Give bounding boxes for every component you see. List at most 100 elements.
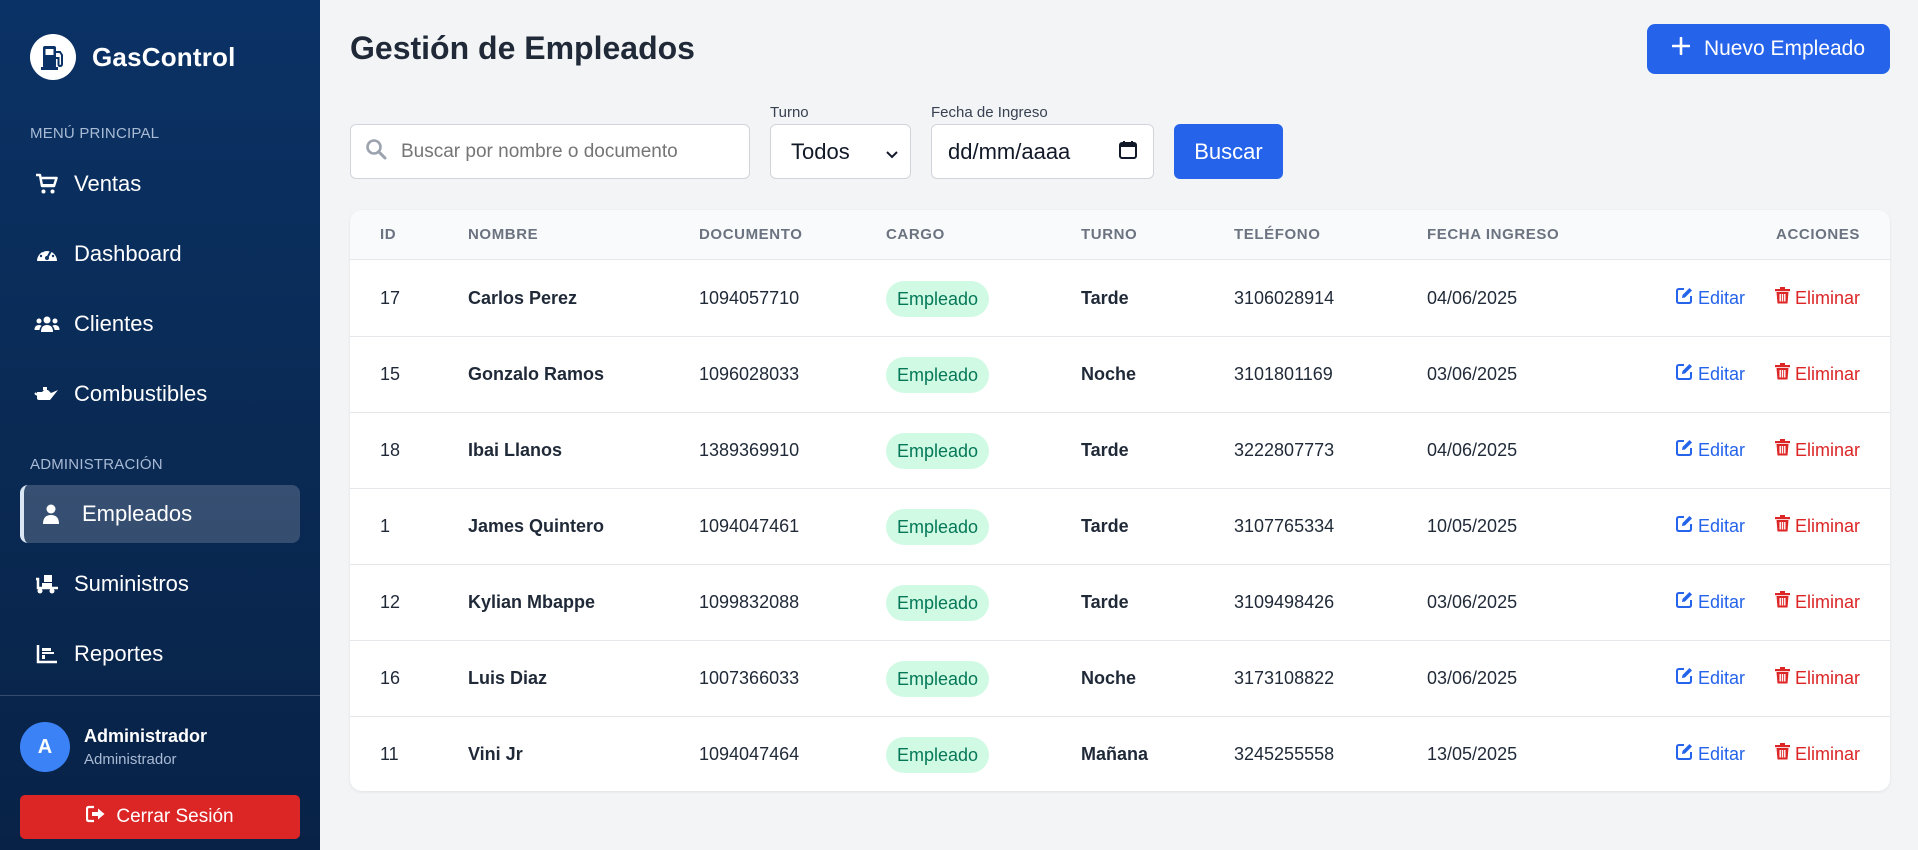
cell-telefono: 3222807773 bbox=[1234, 440, 1335, 460]
sidebar-item-reportes[interactable]: Reportes bbox=[20, 625, 300, 683]
new-employee-button[interactable]: Nuevo Empleado bbox=[1647, 24, 1890, 74]
cell-telefono: 3107765334 bbox=[1234, 516, 1335, 536]
sidebar-item-label: Combustibles bbox=[74, 381, 208, 406]
search-icon bbox=[365, 138, 387, 165]
column-header-acciones: ACCIONES bbox=[1776, 226, 1860, 243]
delete-button[interactable]: Eliminar bbox=[1774, 439, 1860, 461]
cell-turno: Noche bbox=[1081, 364, 1137, 384]
delete-button[interactable]: Eliminar bbox=[1774, 667, 1860, 689]
avatar: A bbox=[20, 722, 70, 772]
sidebar: GasControl MENÚ PRINCIPAL Ventas Dashboa… bbox=[0, 0, 320, 850]
cell-turno: Tarde bbox=[1081, 288, 1129, 308]
cell-id: 15 bbox=[380, 364, 401, 384]
cell-telefono: 3106028914 bbox=[1234, 288, 1335, 308]
trash-icon bbox=[1774, 363, 1790, 385]
cell-documento: 1094057710 bbox=[699, 288, 800, 308]
gas-pump-icon bbox=[30, 34, 76, 80]
edit-label: Editar bbox=[1698, 515, 1746, 536]
fecha-label: Fecha de Ingreso bbox=[931, 104, 1048, 121]
cargo-badge: Empleado bbox=[886, 737, 990, 773]
user-role: Administrador bbox=[84, 751, 177, 768]
sidebar-item-empleados[interactable]: Empleados bbox=[20, 485, 300, 543]
trash-icon bbox=[1774, 743, 1790, 765]
sidebar-item-suministros[interactable]: Suministros bbox=[20, 555, 300, 613]
trash-icon bbox=[1774, 287, 1790, 309]
edit-icon bbox=[1676, 591, 1693, 613]
table-row: 12 Kylian Mbappe 1099832088 Empleado Tarde 31… bbox=[350, 565, 1890, 641]
cell-id: 12 bbox=[380, 592, 401, 612]
delete-label: Eliminar bbox=[1794, 515, 1860, 536]
table-row: 15 Gonzalo Ramos 1096028033 Empleado Noche 31… bbox=[350, 337, 1890, 413]
cell-turno: Tarde bbox=[1081, 592, 1129, 612]
turno-select[interactable]: Todos bbox=[770, 124, 911, 179]
sidebar-item-ventas[interactable]: Ventas bbox=[20, 155, 300, 213]
delete-label: Eliminar bbox=[1794, 743, 1860, 764]
user-profile: A Administrador Administrador bbox=[20, 722, 207, 772]
edit-button[interactable]: Editar bbox=[1676, 515, 1745, 537]
fecha-value: dd/mm/aaaa bbox=[948, 138, 1071, 164]
delete-label: Eliminar bbox=[1794, 439, 1860, 460]
brand-name: GasControl bbox=[92, 41, 236, 72]
cell-id: 17 bbox=[380, 288, 401, 308]
cargo-badge: Empleado bbox=[886, 585, 990, 621]
cell-fecha-ingreso: 10/05/2025 bbox=[1427, 516, 1518, 536]
delete-button[interactable]: Eliminar bbox=[1774, 363, 1860, 385]
sidebar-item-label: Empleados bbox=[82, 501, 193, 526]
cell-id: 18 bbox=[380, 440, 401, 460]
edit-button[interactable]: Editar bbox=[1676, 439, 1745, 461]
cargo-badge: Empleado bbox=[886, 433, 990, 469]
cell-telefono: 3245255558 bbox=[1234, 744, 1335, 764]
edit-button[interactable]: Editar bbox=[1676, 287, 1745, 309]
edit-icon bbox=[1676, 667, 1693, 689]
column-header-fecha-ingreso: FECHA INGRESO bbox=[1427, 226, 1560, 243]
logout-button[interactable]: Cerrar Sesión bbox=[20, 795, 300, 839]
search-input[interactable] bbox=[401, 140, 731, 163]
cargo-badge: Empleado bbox=[886, 357, 990, 393]
cell-documento: 1007366033 bbox=[699, 668, 800, 688]
delete-button[interactable]: Eliminar bbox=[1774, 515, 1860, 537]
edit-label: Editar bbox=[1698, 667, 1746, 688]
delete-label: Eliminar bbox=[1794, 667, 1860, 688]
sidebar-item-label: Clientes bbox=[74, 311, 154, 336]
edit-button[interactable]: Editar bbox=[1676, 591, 1745, 613]
edit-icon bbox=[1676, 287, 1693, 309]
edit-button[interactable]: Editar bbox=[1676, 667, 1745, 689]
table-row: 17 Carlos Perez 1094057710 Empleado Tarde 310… bbox=[350, 261, 1890, 337]
delete-button[interactable]: Eliminar bbox=[1774, 743, 1860, 765]
brand[interactable]: GasControl bbox=[30, 34, 236, 80]
edit-label: Editar bbox=[1698, 363, 1746, 384]
cell-telefono: 3109498426 bbox=[1234, 592, 1335, 612]
calendar-icon[interactable] bbox=[1119, 139, 1137, 165]
cell-id: 11 bbox=[380, 744, 399, 764]
search-button[interactable]: Buscar bbox=[1174, 124, 1283, 179]
cell-nombre: Gonzalo Ramos bbox=[468, 364, 605, 384]
sidebar-divider bbox=[0, 695, 320, 696]
table-row: 11 Vini Jr 1094047464 Empleado Mañana 3245255… bbox=[350, 717, 1890, 791]
cell-id: 1 bbox=[380, 516, 391, 536]
cargo-badge: Empleado bbox=[886, 509, 990, 545]
edit-icon bbox=[1676, 363, 1693, 385]
edit-button[interactable]: Editar bbox=[1676, 363, 1745, 385]
delete-button[interactable]: Eliminar bbox=[1774, 287, 1860, 309]
cell-nombre: Vini Jr bbox=[468, 744, 523, 764]
edit-icon bbox=[1676, 515, 1693, 537]
edit-label: Editar bbox=[1698, 743, 1746, 764]
sidebar-item-label: Dashboard bbox=[74, 241, 182, 266]
column-header-cargo: CARGO bbox=[886, 226, 945, 243]
gauge-icon bbox=[32, 239, 62, 269]
sidebar-item-combustibles[interactable]: Combustibles bbox=[20, 365, 300, 423]
new-employee-label: Nuevo Empleado bbox=[1703, 37, 1866, 60]
table-header: ID NOMBRE DOCUMENTO CARGO TURNO TELÉFONO… bbox=[350, 210, 1890, 260]
user-name: Administrador bbox=[84, 726, 208, 746]
edit-button[interactable]: Editar bbox=[1676, 743, 1745, 765]
cell-nombre: Luis Diaz bbox=[468, 668, 548, 688]
delete-button[interactable]: Eliminar bbox=[1774, 591, 1860, 613]
cell-documento: 1099832088 bbox=[699, 592, 800, 612]
search-field[interactable] bbox=[350, 124, 750, 179]
sidebar-item-clientes[interactable]: Clientes bbox=[20, 295, 300, 353]
cell-documento: 1096028033 bbox=[699, 364, 800, 384]
sidebar-item-dashboard[interactable]: Dashboard bbox=[20, 225, 300, 283]
sign-out-icon bbox=[86, 805, 106, 829]
section-label-main: MENÚ PRINCIPAL bbox=[30, 125, 160, 142]
fecha-ingreso-input[interactable]: dd/mm/aaaa bbox=[931, 124, 1154, 179]
